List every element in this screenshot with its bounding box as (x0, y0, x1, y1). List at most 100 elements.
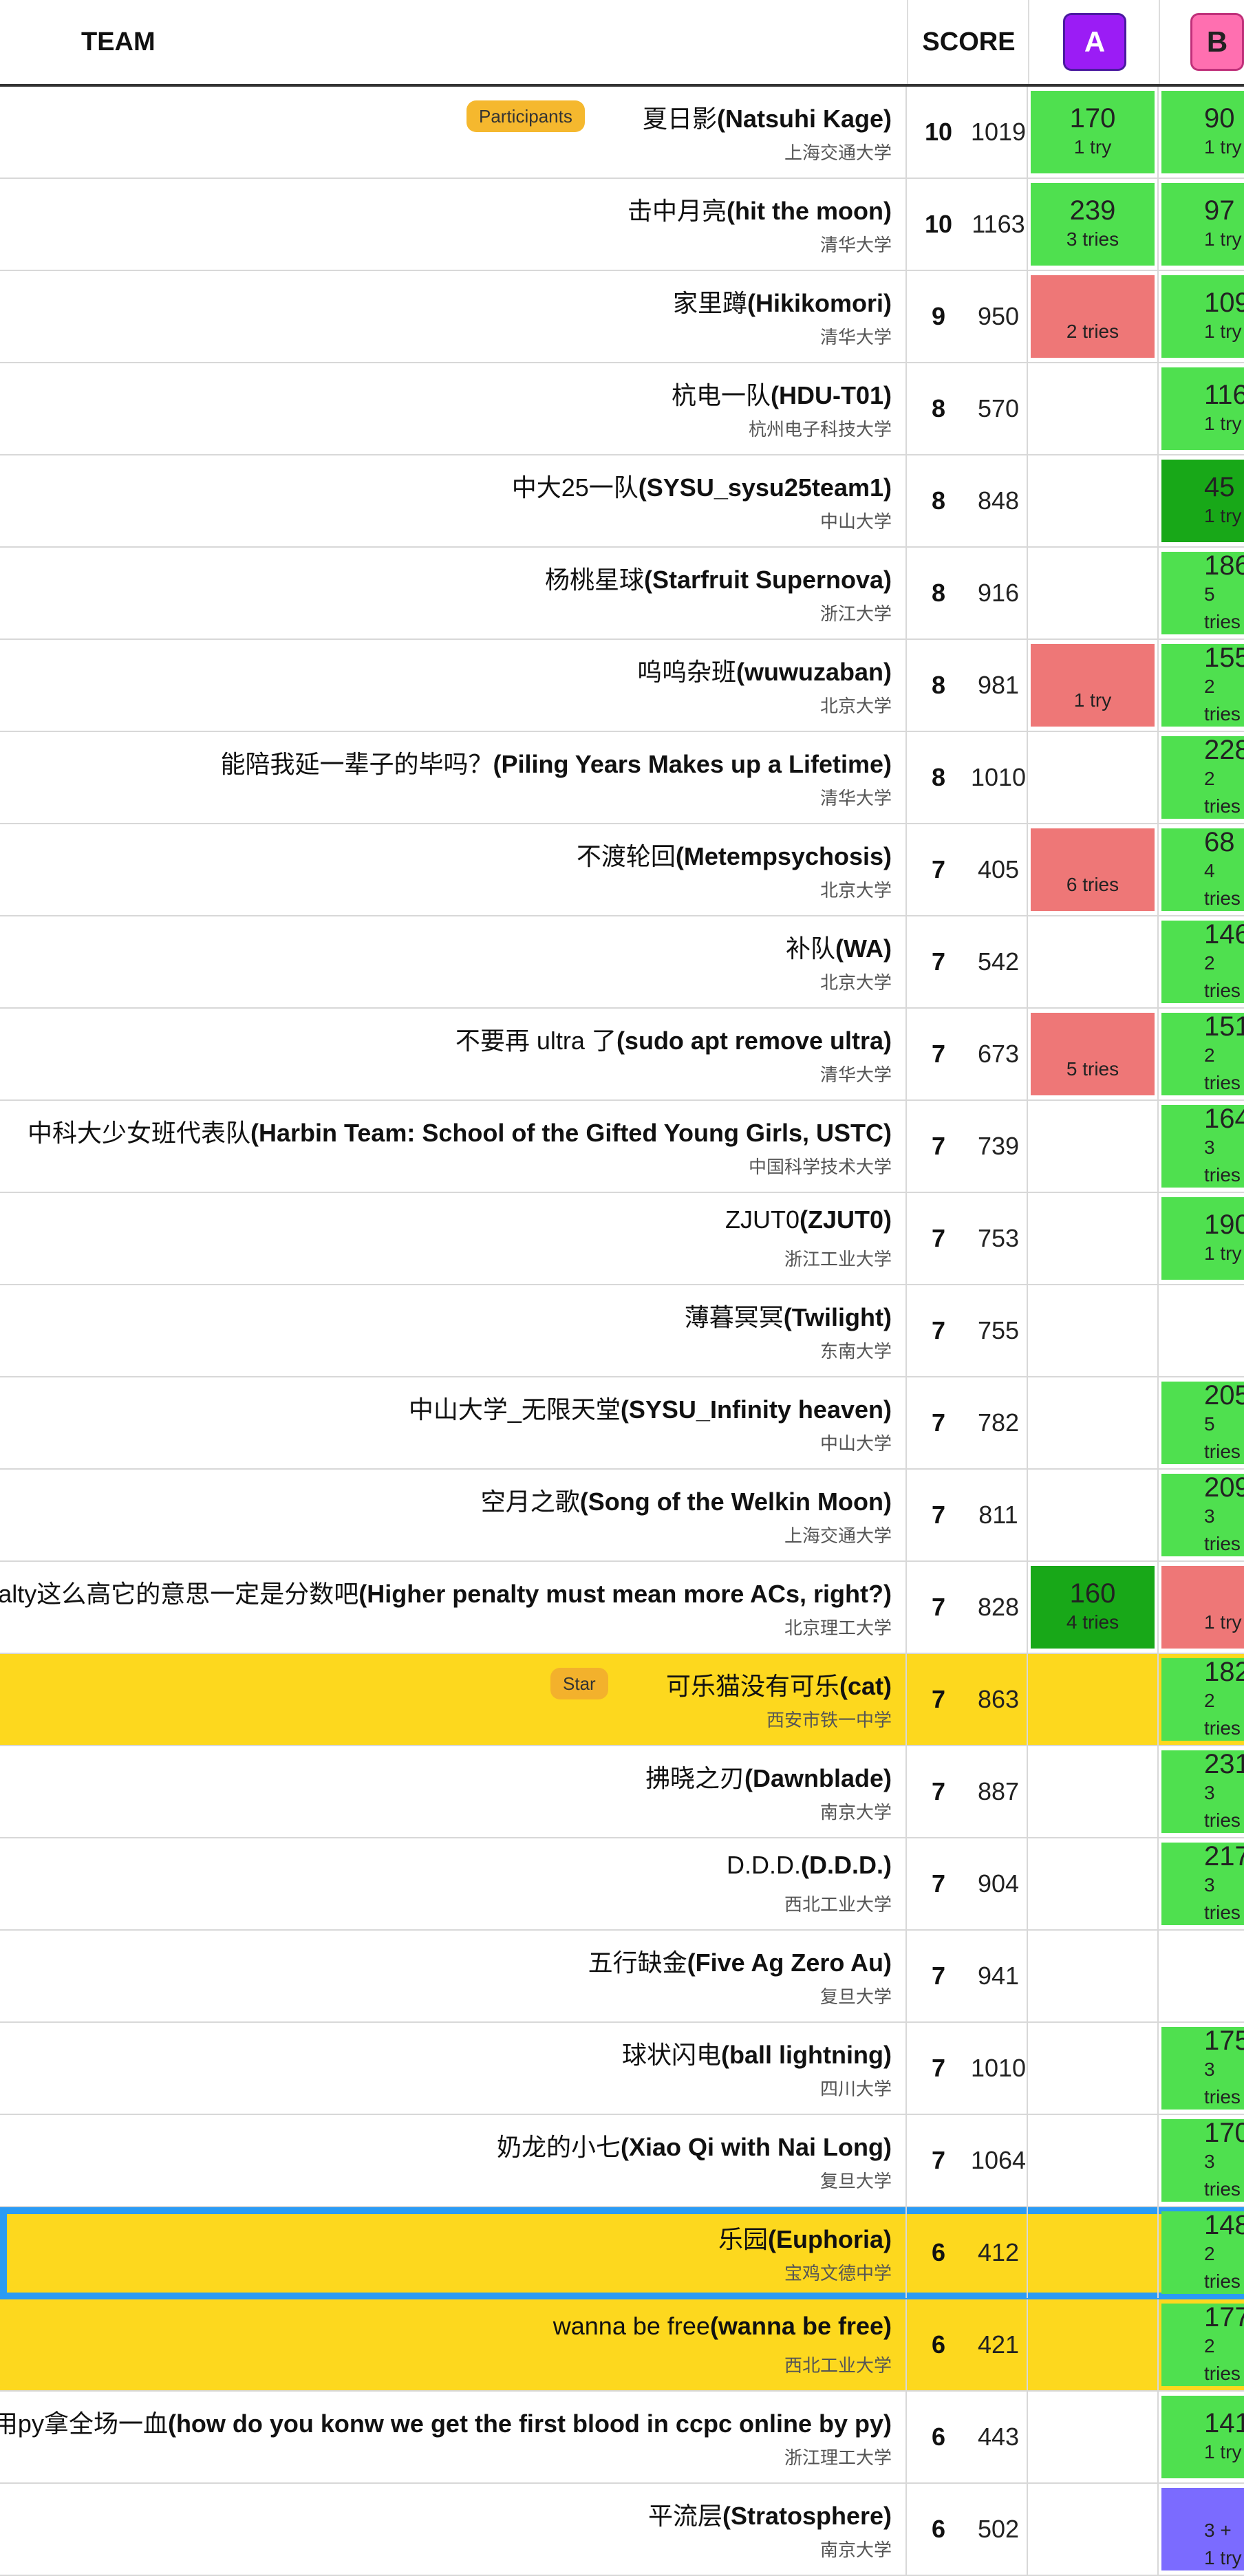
problem-b-badge[interactable]: B (1190, 13, 1244, 71)
team-cell[interactable]: 平流层(Stratosphere) 南京大学 (0, 2484, 907, 2575)
team-cell[interactable]: 可乐猫没有可乐(cat) 西安市铁一中学 Star (0, 1654, 907, 1745)
team-row[interactable]: 可乐猫没有可乐(cat) 西安市铁一中学 Star 7 863 182 2 tries (0, 1654, 1244, 1746)
problem-b-cell[interactable]: 1 try (1159, 1562, 1244, 1653)
problem-b-result[interactable]: 148 2 tries (1161, 2210, 1244, 2294)
problem-b-cell[interactable] (1159, 1285, 1244, 1376)
team-cell[interactable]: ZJUT0(ZJUT0) 浙江工业大学 (0, 1193, 907, 1284)
team-row[interactable]: 杭电一队(HDU-T01) 杭州电子科技大学 8 570 116 1 try (0, 363, 1244, 455)
problem-b-cell[interactable]: 177 2 tries (1159, 2299, 1244, 2390)
problem-b-result[interactable]: 116 1 try (1161, 367, 1244, 450)
problem-a-cell[interactable] (1028, 2207, 1159, 2298)
problem-b-result[interactable]: 68 4 tries (1161, 827, 1244, 911)
team-row[interactable]: 用py拿全场一血(how do you konw we get the firs… (0, 2392, 1244, 2484)
problem-b-cell[interactable]: 45 1 try (1159, 455, 1244, 546)
problem-b-cell[interactable]: 148 2 tries (1159, 2207, 1244, 2298)
problem-a-cell[interactable] (1028, 1377, 1159, 1468)
problem-b-cell[interactable]: 170 3 tries (1159, 2115, 1244, 2206)
team-row[interactable]: D.D.D.(D.D.D.) 西北工业大学 7 904 217 3 tries (0, 1838, 1244, 1931)
problem-a-cell[interactable] (1028, 1654, 1159, 1745)
problem-a-result[interactable]: 1 try (1031, 644, 1155, 727)
team-row[interactable]: 平流层(Stratosphere) 南京大学 6 502 3 + 1 try (0, 2484, 1244, 2576)
team-cell[interactable]: 杭电一队(HDU-T01) 杭州电子科技大学 (0, 363, 907, 454)
team-row[interactable]: 能陪我延一辈子的毕吗？(Piling Years Makes up a Life… (0, 732, 1244, 824)
problem-b-cell[interactable]: 231 3 tries (1159, 1746, 1244, 1837)
problem-b-result[interactable]: 164 3 tries (1161, 1104, 1244, 1188)
problem-b-cell[interactable]: 141 1 try (1159, 2392, 1244, 2482)
problem-a-cell[interactable]: 6 tries (1028, 824, 1159, 915)
problem-a-cell[interactable] (1028, 363, 1159, 454)
problem-a-cell[interactable] (1028, 1193, 1159, 1284)
problem-b-cell[interactable]: 209 3 tries (1159, 1470, 1244, 1560)
problem-a-header[interactable]: A (1028, 0, 1160, 84)
problem-a-cell[interactable] (1028, 548, 1159, 638)
team-cell[interactable]: D.D.D.(D.D.D.) 西北工业大学 (0, 1838, 907, 1929)
problem-a-result[interactable]: 160 4 tries (1031, 1566, 1155, 1649)
team-cell[interactable]: 补队(WA) 北京大学 (0, 916, 907, 1007)
problem-b-cell[interactable]: 146 2 tries (1159, 916, 1244, 1007)
problem-b-cell[interactable]: 97 1 try (1159, 179, 1244, 270)
team-row[interactable]: 补队(WA) 北京大学 7 542 146 2 tries (0, 916, 1244, 1009)
team-cell[interactable]: 奶龙的小七(Xiao Qi with Nai Long) 复旦大学 (0, 2115, 907, 2206)
problem-b-cell[interactable]: 3 + 1 try (1159, 2484, 1244, 2575)
problem-b-cell[interactable]: 182 2 tries (1159, 1654, 1244, 1745)
problem-b-cell[interactable]: 228 2 tries (1159, 732, 1244, 823)
problem-b-result[interactable]: 155 2 tries (1161, 643, 1244, 727)
problem-b-cell[interactable]: 151 2 tries (1159, 1009, 1244, 1099)
team-cell[interactable]: alty这么高它的意思一定是分数吧(Higher penalty must me… (0, 1562, 907, 1653)
problem-b-cell[interactable]: 90 1 try (1159, 87, 1244, 178)
problem-b-result[interactable]: 45 1 try (1161, 460, 1244, 542)
problem-b-cell[interactable]: 68 4 tries (1159, 824, 1244, 915)
team-cell[interactable]: 球状闪电(ball lightning) 四川大学 (0, 2023, 907, 2114)
problem-a-cell[interactable] (1028, 732, 1159, 823)
team-row[interactable]: 中大25一队(SYSU_sysu25team1) 中山大学 8 848 45 1 try (0, 455, 1244, 548)
problem-b-result[interactable]: 175 3 tries (1161, 2026, 1244, 2110)
team-row[interactable]: 呜呜杂班(wuwuzaban) 北京大学 8 981 1 try 155 2 tries (0, 640, 1244, 732)
problem-b-cell[interactable]: 155 2 tries (1159, 640, 1244, 731)
team-row[interactable]: 乐园(Euphoria) 宝鸡文德中学 6 412 148 2 tries (0, 2207, 1244, 2299)
team-cell[interactable]: 杨桃星球(Starfruit Supernova) 浙江大学 (0, 548, 907, 638)
problem-b-result[interactable]: 228 2 tries (1161, 735, 1244, 819)
problem-b-result[interactable]: 151 2 tries (1161, 1011, 1244, 1095)
team-row[interactable]: 球状闪电(ball lightning) 四川大学 7 1010 175 3 tries (0, 2023, 1244, 2115)
problem-a-cell[interactable] (1028, 1838, 1159, 1929)
team-row[interactable]: wanna be free(wanna be free) 西北工业大学 6 421 17… (0, 2299, 1244, 2392)
team-cell[interactable]: 家里蹲(Hikikomori) 清华大学 (0, 271, 907, 362)
problem-b-result[interactable]: 170 3 tries (1161, 2118, 1244, 2202)
problem-a-cell[interactable] (1028, 1470, 1159, 1560)
problem-b-cell[interactable]: 205 5 tries (1159, 1377, 1244, 1468)
problem-a-cell[interactable] (1028, 455, 1159, 546)
problem-b-result[interactable]: 141 1 try (1161, 2396, 1244, 2478)
team-row[interactable]: 五行缺金(Five Ag Zero Au) 复旦大学 7 941 (0, 1931, 1244, 2023)
problem-a-cell[interactable] (1028, 1285, 1159, 1376)
problem-a-cell[interactable] (1028, 2392, 1159, 2482)
problem-a-cell[interactable] (1028, 1746, 1159, 1837)
problem-b-cell[interactable] (1159, 1931, 1244, 2021)
problem-a-cell[interactable] (1028, 2299, 1159, 2390)
problem-b-cell[interactable]: 217 3 tries (1159, 1838, 1244, 1929)
problem-a-cell[interactable] (1028, 916, 1159, 1007)
team-row[interactable]: 不要再 ultra 了(sudo apt remove ultra) 清华大学 7 6… (0, 1009, 1244, 1101)
problem-a-badge[interactable]: A (1063, 13, 1126, 71)
team-row[interactable]: 中山大学_无限天堂(SYSU_Infinity heaven) 中山大学 7 782 2… (0, 1377, 1244, 1470)
problem-b-result[interactable]: 190 1 try (1161, 1197, 1244, 1280)
team-cell[interactable]: 击中月亮(hit the moon) 清华大学 (0, 179, 907, 270)
problem-b-result[interactable]: 109 1 try (1161, 275, 1244, 358)
team-cell[interactable]: 中山大学_无限天堂(SYSU_Infinity heaven) 中山大学 (0, 1377, 907, 1468)
team-cell[interactable]: 空月之歌(Song of the Welkin Moon) 上海交通大学 (0, 1470, 907, 1560)
team-row[interactable]: 夏日影(Natsuhi Kage) 上海交通大学 Participants 10 101… (0, 87, 1244, 179)
problem-b-result[interactable]: 205 5 tries (1161, 1380, 1244, 1464)
team-row[interactable]: 家里蹲(Hikikomori) 清华大学 9 950 2 tries 109 1 try (0, 271, 1244, 363)
problem-b-result[interactable]: 182 2 tries (1161, 1657, 1244, 1741)
team-cell[interactable]: 五行缺金(Five Ag Zero Au) 复旦大学 (0, 1931, 907, 2021)
problem-b-result[interactable]: 186 5 tries (1161, 550, 1244, 634)
problem-b-result[interactable]: 177 2 tries (1161, 2302, 1244, 2386)
problem-b-result[interactable]: 1 try (1161, 1566, 1244, 1649)
team-row[interactable]: ZJUT0(ZJUT0) 浙江工业大学 7 753 190 1 try (0, 1193, 1244, 1285)
team-row[interactable]: 奶龙的小七(Xiao Qi with Nai Long) 复旦大学 7 1064 170… (0, 2115, 1244, 2207)
problem-a-cell[interactable] (1028, 2484, 1159, 2575)
team-cell[interactable]: 用py拿全场一血(how do you konw we get the firs… (0, 2392, 907, 2482)
team-row[interactable]: 空月之歌(Song of the Welkin Moon) 上海交通大学 7 811 2… (0, 1470, 1244, 1562)
problem-a-cell[interactable]: 5 tries (1028, 1009, 1159, 1099)
problem-b-cell[interactable]: 164 3 tries (1159, 1101, 1244, 1192)
problem-a-cell[interactable] (1028, 1931, 1159, 2021)
